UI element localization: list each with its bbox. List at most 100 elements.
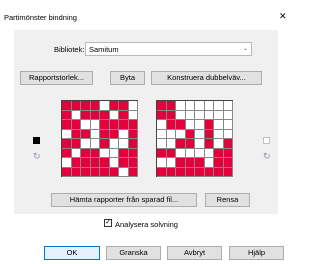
pattern-cell[interactable] — [223, 148, 233, 158]
pattern-cell[interactable] — [119, 110, 129, 120]
pattern-cell[interactable] — [119, 120, 129, 130]
pattern-cell[interactable] — [166, 139, 176, 149]
pattern-cell[interactable] — [176, 167, 186, 177]
pattern-cell[interactable] — [223, 167, 233, 177]
pattern-cell[interactable] — [109, 110, 119, 120]
pattern-cell[interactable] — [90, 101, 100, 111]
pattern-cell[interactable] — [185, 167, 195, 177]
pattern-cell[interactable] — [214, 158, 224, 168]
pattern-cell[interactable] — [185, 148, 195, 158]
pattern-cell[interactable] — [185, 158, 195, 168]
pattern-cell[interactable] — [71, 158, 81, 168]
pattern-cell[interactable] — [128, 167, 138, 177]
pattern-cell[interactable] — [90, 158, 100, 168]
refresh-icon[interactable]: ↻ — [33, 152, 41, 161]
pattern-cell[interactable] — [176, 101, 186, 111]
pattern-cell[interactable] — [119, 167, 129, 177]
pattern-cell[interactable] — [176, 158, 186, 168]
pattern-cell[interactable] — [195, 120, 205, 130]
pattern-cell[interactable] — [157, 110, 167, 120]
pattern-cell[interactable] — [62, 129, 72, 139]
cancel-button[interactable]: Avbryt — [167, 246, 222, 260]
close-icon[interactable]: ✕ — [279, 12, 287, 21]
analyze-checkbox[interactable]: ✓ — [104, 219, 112, 227]
preview-button[interactable]: Granska — [106, 246, 161, 260]
pattern-cell[interactable] — [119, 139, 129, 149]
pattern-cell[interactable] — [195, 129, 205, 139]
pattern-cell[interactable] — [176, 139, 186, 149]
pattern-cell[interactable] — [109, 167, 119, 177]
pattern-cell[interactable] — [100, 101, 110, 111]
pattern-cell[interactable] — [109, 158, 119, 168]
pattern-cell[interactable] — [223, 120, 233, 130]
pattern-cell[interactable] — [204, 129, 214, 139]
pattern-cell[interactable] — [185, 139, 195, 149]
ok-button[interactable]: OK — [44, 246, 100, 260]
pattern-cell[interactable] — [204, 167, 214, 177]
pattern-cell[interactable] — [62, 101, 72, 111]
pattern-cell[interactable] — [157, 167, 167, 177]
pattern-cell[interactable] — [157, 139, 167, 149]
pattern-cell[interactable] — [100, 129, 110, 139]
pattern-cell[interactable] — [128, 148, 138, 158]
pattern-cell[interactable] — [71, 101, 81, 111]
pattern-cell[interactable] — [81, 167, 91, 177]
pattern-cell[interactable] — [176, 120, 186, 130]
pattern-cell[interactable] — [109, 129, 119, 139]
pattern-cell[interactable] — [223, 110, 233, 120]
swap-button[interactable]: Byta — [110, 71, 145, 85]
report-size-button[interactable]: Rapportstorlek... — [20, 71, 93, 85]
pattern-cell[interactable] — [109, 120, 119, 130]
help-button[interactable]: Hjälp — [229, 246, 284, 260]
pattern-cell[interactable] — [223, 129, 233, 139]
pattern-cell[interactable] — [195, 110, 205, 120]
pattern-cell[interactable] — [128, 120, 138, 130]
pattern-cell[interactable] — [214, 139, 224, 149]
pattern-cell[interactable] — [195, 148, 205, 158]
pattern-cell[interactable] — [214, 129, 224, 139]
pattern-cell[interactable] — [204, 110, 214, 120]
left-pattern-grid[interactable] — [61, 100, 138, 177]
pattern-cell[interactable] — [81, 139, 91, 149]
pattern-cell[interactable] — [62, 139, 72, 149]
pattern-cell[interactable] — [195, 167, 205, 177]
pattern-cell[interactable] — [109, 101, 119, 111]
pattern-cell[interactable] — [90, 139, 100, 149]
pattern-cell[interactable] — [166, 158, 176, 168]
pattern-cell[interactable] — [166, 101, 176, 111]
pattern-cell[interactable] — [62, 158, 72, 168]
pattern-cell[interactable] — [166, 148, 176, 158]
pattern-cell[interactable] — [81, 110, 91, 120]
pattern-cell[interactable] — [90, 167, 100, 177]
pattern-cell[interactable] — [90, 129, 100, 139]
pattern-cell[interactable] — [71, 110, 81, 120]
pattern-cell[interactable] — [128, 129, 138, 139]
pattern-cell[interactable] — [119, 129, 129, 139]
pattern-cell[interactable] — [119, 158, 129, 168]
pattern-cell[interactable] — [90, 120, 100, 130]
pattern-cell[interactable] — [214, 148, 224, 158]
pattern-cell[interactable] — [166, 129, 176, 139]
pattern-cell[interactable] — [100, 120, 110, 130]
pattern-cell[interactable] — [81, 101, 91, 111]
pattern-cell[interactable] — [185, 129, 195, 139]
pattern-cell[interactable] — [195, 101, 205, 111]
pattern-cell[interactable] — [157, 129, 167, 139]
pattern-cell[interactable] — [128, 110, 138, 120]
pattern-cell[interactable] — [109, 148, 119, 158]
pattern-cell[interactable] — [100, 139, 110, 149]
pattern-cell[interactable] — [71, 120, 81, 130]
pattern-cell[interactable] — [204, 139, 214, 149]
pattern-cell[interactable] — [195, 158, 205, 168]
clear-button[interactable]: Rensa — [205, 193, 250, 207]
right-pattern-grid[interactable] — [156, 100, 233, 177]
pattern-cell[interactable] — [176, 129, 186, 139]
pattern-cell[interactable] — [166, 110, 176, 120]
pattern-cell[interactable] — [204, 120, 214, 130]
pattern-cell[interactable] — [128, 158, 138, 168]
pattern-cell[interactable] — [166, 120, 176, 130]
pattern-cell[interactable] — [109, 139, 119, 149]
pattern-cell[interactable] — [90, 110, 100, 120]
white-swatch-icon[interactable] — [263, 137, 270, 144]
pattern-cell[interactable] — [128, 139, 138, 149]
